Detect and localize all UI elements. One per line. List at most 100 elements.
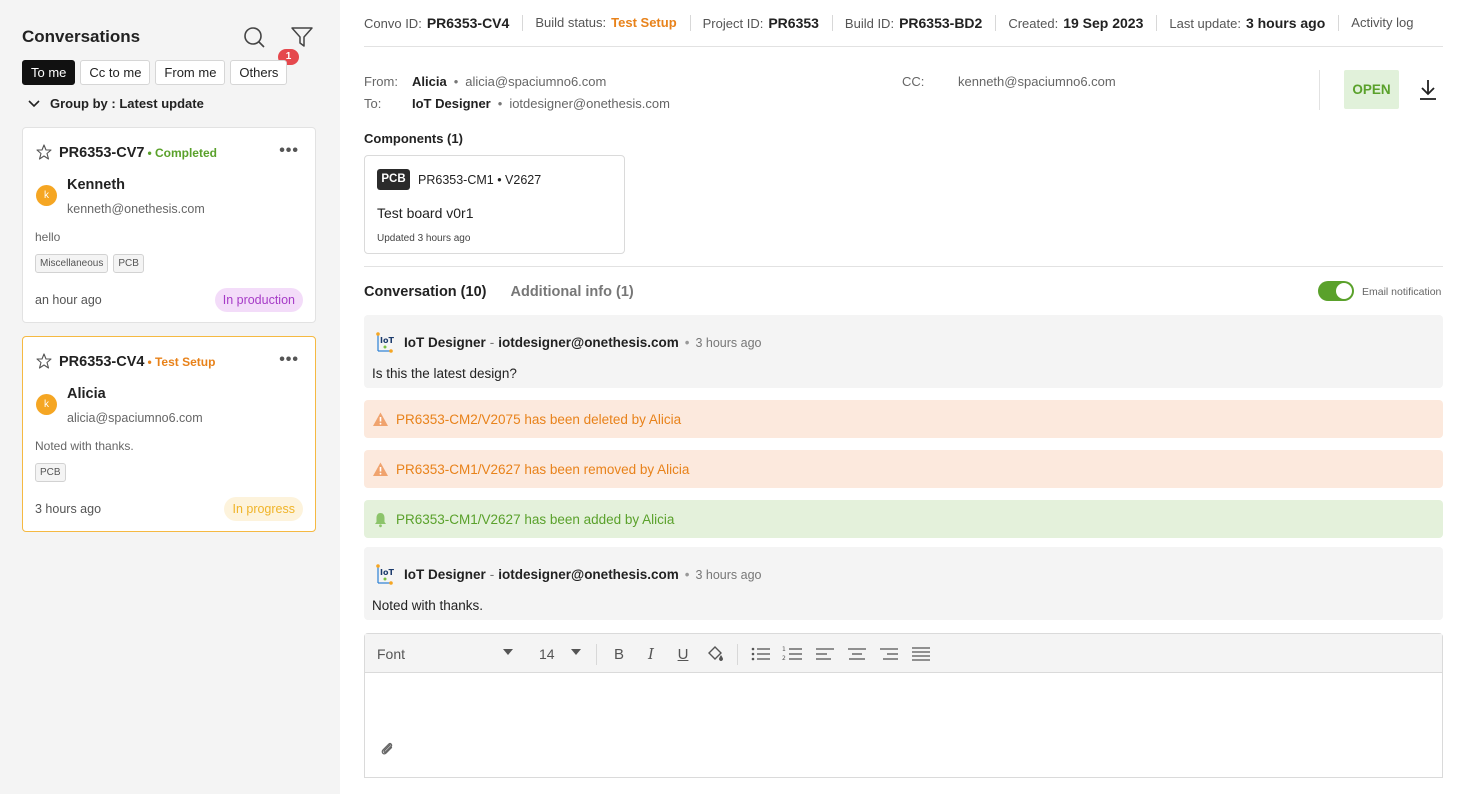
toolbar-divider [596, 644, 597, 665]
build-id-label: Build ID: [844, 16, 895, 31]
filter-icon[interactable] [290, 26, 314, 48]
iot-logo-icon: IoT [376, 564, 394, 585]
tab-cc-to-me[interactable]: Cc to me [80, 60, 151, 85]
conversation-id: PR6353-CV7 [59, 145, 145, 161]
component-id: PR6353-CM1 • V2627 [418, 173, 542, 187]
sender-name: Kenneth [67, 177, 125, 193]
convo-id-field: Convo ID: PR6353-CV4 [364, 15, 524, 31]
sidebar-tabs: To me Cc to me From me Others [22, 60, 288, 85]
align-justify-icon[interactable] [910, 644, 932, 664]
open-status-button[interactable]: OPEN [1344, 70, 1399, 109]
from-name: Alicia [412, 73, 447, 89]
tab-to-me[interactable]: To me [22, 60, 76, 85]
message-time: 3 hours ago [695, 336, 762, 350]
build-status-label: Build status: [535, 15, 607, 30]
message-author: IoT Designer [404, 335, 486, 350]
bell-icon [375, 512, 386, 527]
conversation-card[interactable]: PR6353-CV7 • Completed ••• k Kenneth kenn… [22, 127, 316, 323]
toolbar-divider [737, 644, 738, 665]
star-icon[interactable] [36, 353, 52, 369]
email-notification-label: Email notification [1362, 286, 1442, 298]
download-icon[interactable] [1417, 78, 1439, 102]
created-value: 19 Sep 2023 [1063, 15, 1144, 31]
tab-others[interactable]: Others [230, 60, 288, 85]
conversation-tabs: Conversation (10) Additional info (1) [364, 284, 634, 300]
activity-event: PR6353-CM1/V2627 has been added by Alici… [364, 500, 1443, 538]
align-right-icon[interactable] [878, 644, 900, 664]
message-text: Noted with thanks. [372, 598, 484, 613]
message-preview: Noted with thanks. [35, 439, 134, 453]
from-email: alicia@spaciumno6.com [465, 73, 607, 89]
search-icon[interactable] [243, 26, 265, 48]
paperclip-icon[interactable] [379, 740, 395, 758]
align-center-icon[interactable] [846, 644, 868, 664]
last-update-value: 3 hours ago [1245, 15, 1326, 31]
to-label: To: [364, 95, 382, 111]
activity-log-link[interactable]: Activity log [1351, 15, 1413, 31]
svg-text:IoT: IoT [380, 336, 394, 345]
more-options-icon[interactable]: ••• [279, 351, 299, 369]
paint-bucket-icon[interactable] [704, 644, 726, 664]
editor-toolbar: Font 14 B I U 12 [365, 634, 1442, 673]
tag: Miscellaneous [35, 254, 109, 273]
activity-event: PR6353-CM2/V2075 has been deleted by Ali… [364, 400, 1443, 438]
bullet-list-icon[interactable] [750, 644, 772, 664]
separator-dot: • [684, 335, 690, 350]
separator-dash: - [489, 567, 495, 582]
event-text: PR6353-CM1/V2627 has been added by Alici… [396, 511, 675, 527]
italic-icon[interactable]: I [640, 644, 662, 664]
more-options-icon[interactable]: ••• [279, 142, 299, 160]
convo-id-value: PR6353-CV4 [426, 15, 510, 31]
components-title: Components (1) [364, 131, 463, 146]
component-card[interactable]: PCB PR6353-CM1 • V2627 Test board v0r1 U… [364, 155, 625, 254]
build-id-value: PR6353-BD2 [899, 15, 983, 31]
divider [364, 266, 1443, 267]
underline-icon[interactable]: U [672, 644, 694, 664]
tab-conversation[interactable]: Conversation (10) [364, 284, 486, 300]
group-by-label: Group by : Latest update [50, 96, 204, 111]
last-update-label: Last update: [1169, 16, 1241, 31]
conversation-id-line: PR6353-CV4 • Test Setup [59, 354, 215, 370]
font-select[interactable]: Font [377, 646, 513, 662]
project-id-field: Project ID: PR6353 [703, 15, 833, 31]
caret-down-icon [503, 649, 513, 655]
to-email: iotdesigner@onethesis.com [509, 95, 670, 111]
conversation-status: • Completed [147, 146, 217, 160]
conversation-sidebar: Conversations 1 To me Cc to me From me O… [0, 0, 340, 794]
numbered-list-icon[interactable]: 12 [782, 644, 804, 664]
tag: PCB [35, 463, 66, 482]
editor-text-area[interactable] [365, 673, 1442, 777]
email-notification-toggle[interactable] [1318, 281, 1354, 301]
star-icon[interactable] [36, 144, 52, 160]
avatar: k [36, 394, 57, 415]
sidebar-title: Conversations [22, 27, 141, 46]
align-left-icon[interactable] [814, 644, 836, 664]
cc-label: CC: [902, 73, 925, 89]
to-name: IoT Designer [412, 95, 491, 111]
chevron-down-icon [28, 99, 40, 107]
event-text: PR6353-CM2/V2075 has been deleted by Ali… [396, 411, 682, 427]
svg-text:1: 1 [782, 646, 786, 653]
component-name: Test board v0r1 [377, 205, 474, 221]
separator-dash: - [489, 335, 495, 350]
activity-event: PR6353-CM1/V2627 has been removed by Ali… [364, 450, 1443, 488]
tab-from-me[interactable]: From me [155, 60, 226, 85]
font-size-select[interactable]: 14 [539, 646, 581, 662]
conversation-detail: Convo ID: PR6353-CV4 Build status: Test Se… [340, 0, 1465, 794]
conversation-status: • Test Setup [147, 355, 216, 369]
svg-text:IoT: IoT [380, 568, 394, 577]
tag-list: PCB [35, 463, 66, 482]
separator-dot: • [453, 73, 459, 89]
reply-editor: Font 14 B I U 12 [364, 633, 1443, 778]
cc-row: CC: kenneth@spaciumno6.com [902, 70, 1116, 92]
tag: PCB [113, 254, 144, 273]
tab-additional-info[interactable]: Additional info (1) [510, 284, 633, 300]
divider [1319, 70, 1320, 110]
event-text: PR6353-CM1/V2627 has been removed by Ali… [396, 461, 690, 477]
build-status-value: Test Setup [611, 15, 677, 30]
bold-icon[interactable]: B [608, 644, 630, 664]
warning-icon [373, 462, 388, 476]
group-by-toggle[interactable]: Group by : Latest update [28, 96, 204, 111]
conversation-card[interactable]: PR6353-CV4 • Test Setup ••• k Alicia alic… [22, 336, 316, 532]
message-item: IoT IoT Designer - iotdesigner@onethesis.c… [364, 315, 1443, 388]
